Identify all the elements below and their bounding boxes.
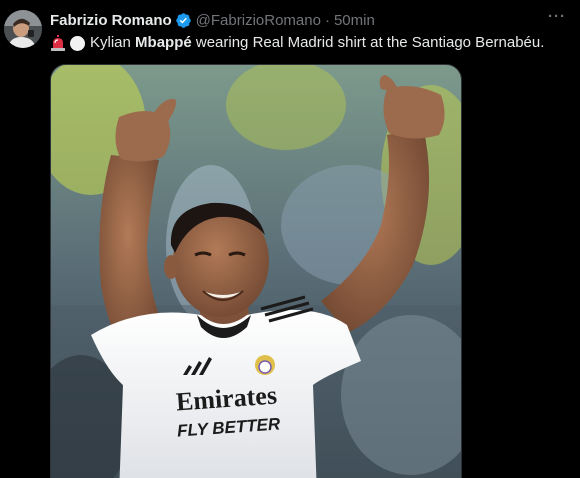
white-circle-icon — [70, 35, 85, 51]
tweet-photo[interactable]: Emirates FLY BETTER — [50, 64, 462, 478]
verified-badge-icon — [175, 12, 192, 29]
tweet-text: Kylian Mbappé wearing Real Madrid shirt … — [50, 33, 566, 53]
author-avatar[interactable] — [4, 10, 42, 48]
more-options-icon[interactable]: ··· — [548, 8, 566, 25]
photo-illustration: Emirates FLY BETTER — [51, 65, 461, 478]
tweet-header: Fabrizio Romano @FabrizioRomano · 50min … — [50, 8, 566, 30]
rotating-light-icon — [50, 35, 66, 51]
tweet-card[interactable]: Fabrizio Romano @FabrizioRomano · 50min … — [0, 0, 580, 478]
header-separator: · — [324, 11, 330, 29]
author-display-name[interactable]: Fabrizio Romano — [50, 12, 172, 29]
tweet-text-rest: wearing Real Madrid shirt at the Santiag… — [191, 34, 545, 51]
avatar-image — [4, 10, 42, 48]
author-handle[interactable]: @FabrizioRomano — [196, 12, 321, 29]
tweet-timestamp[interactable]: 50min — [334, 12, 375, 29]
tweet-text-name-first: Kylian — [90, 34, 136, 51]
tweet-text-name-bold: Mbappé — [135, 34, 192, 51]
